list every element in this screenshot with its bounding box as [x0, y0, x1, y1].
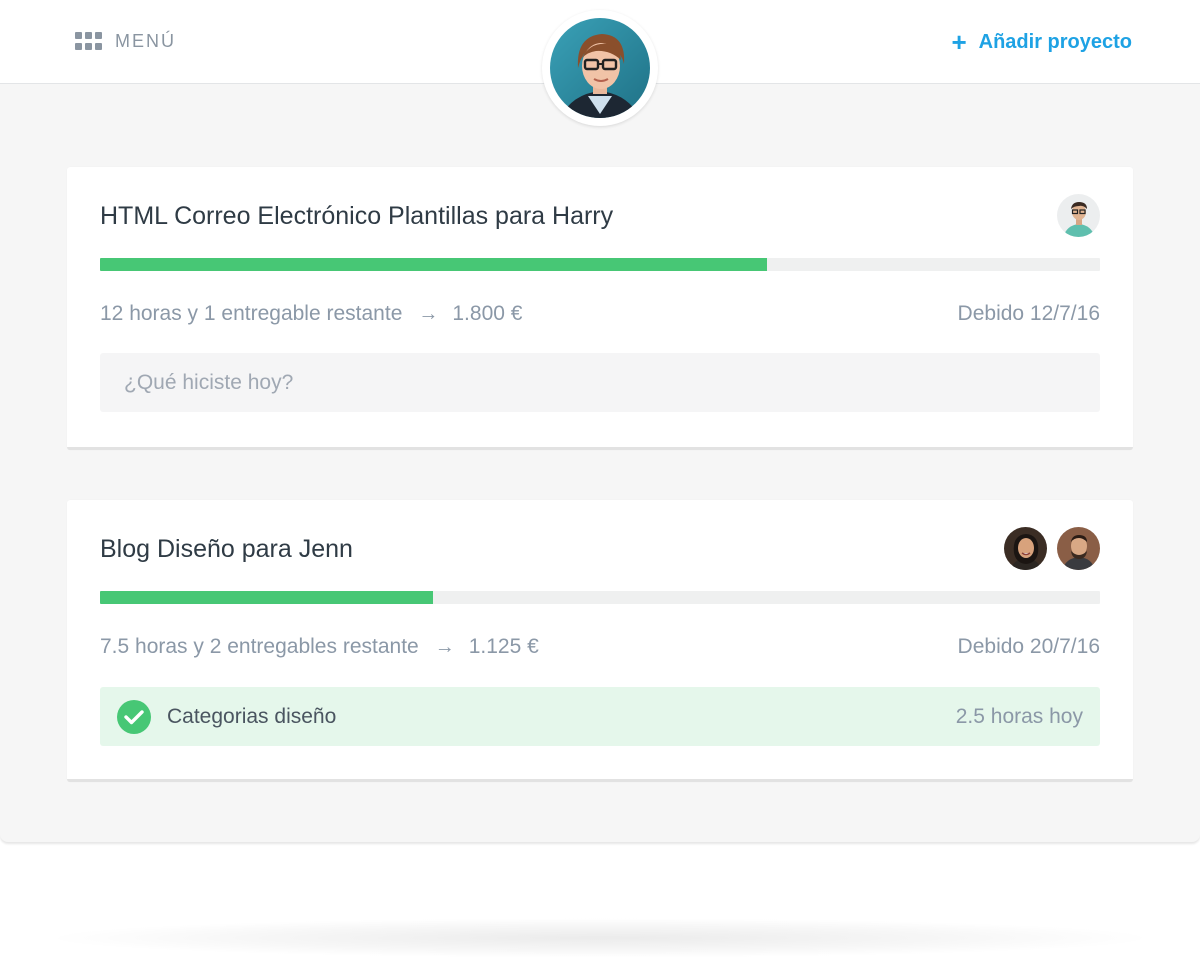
remaining-summary: 12 horas y 1 entregable restante [100, 302, 403, 325]
avatar[interactable] [1057, 527, 1100, 570]
project-amount: 1.125 € [468, 635, 539, 658]
profile-avatar[interactable] [542, 10, 658, 126]
project-title: HTML Correo Electrónico Plantillas para … [100, 202, 614, 230]
progress-fill [100, 591, 433, 604]
menu-button[interactable]: MENÚ [75, 30, 176, 52]
project-meta: 12 horas y 1 entregable restante → 1.800… [100, 299, 522, 329]
task-hours: 2.5 horas hoy [955, 704, 1083, 728]
remaining-summary: 7.5 horas y 2 entregables restante [100, 635, 419, 658]
add-project-label: Añadir proyecto [978, 30, 1132, 53]
project-meta: 7.5 horas y 2 entregables restante → 1.1… [100, 632, 539, 662]
avatar[interactable] [1004, 527, 1047, 570]
avatar[interactable] [1057, 194, 1100, 237]
project-card[interactable]: HTML Correo Electrónico Plantillas para … [67, 167, 1133, 450]
plus-icon: + [951, 27, 967, 57]
due-date: Debido 20/7/16 [957, 635, 1100, 658]
project-card[interactable]: Blog Diseño para Jenn 7.5 horas y 2 entr… [67, 500, 1133, 782]
arrow-right-icon: → [434, 635, 455, 658]
progress-fill [100, 258, 767, 271]
due-date: Debido 12/7/16 [957, 302, 1100, 325]
project-amount: 1.800 € [452, 302, 523, 325]
progress-bar [100, 258, 1100, 271]
menu-label: MENÚ [115, 31, 176, 51]
add-project-button[interactable]: + Añadir proyecto [951, 27, 1132, 57]
app-window: MENÚ + Añadir proyecto HTML Correo Elect… [0, 0, 1200, 842]
drop-shadow [40, 918, 1160, 958]
collaborators [1057, 194, 1100, 237]
avatar [550, 18, 650, 118]
collaborators [1004, 527, 1100, 570]
daily-log-input[interactable] [100, 353, 1100, 412]
completed-task[interactable]: Categorias diseño 2.5 horas hoy [100, 687, 1100, 746]
task-label: Categorias diseño [167, 704, 337, 728]
arrow-right-icon: → [418, 302, 439, 325]
check-circle-icon [117, 699, 151, 734]
grid-icon [75, 32, 102, 50]
project-title: Blog Diseño para Jenn [100, 535, 353, 563]
progress-bar [100, 591, 1100, 604]
